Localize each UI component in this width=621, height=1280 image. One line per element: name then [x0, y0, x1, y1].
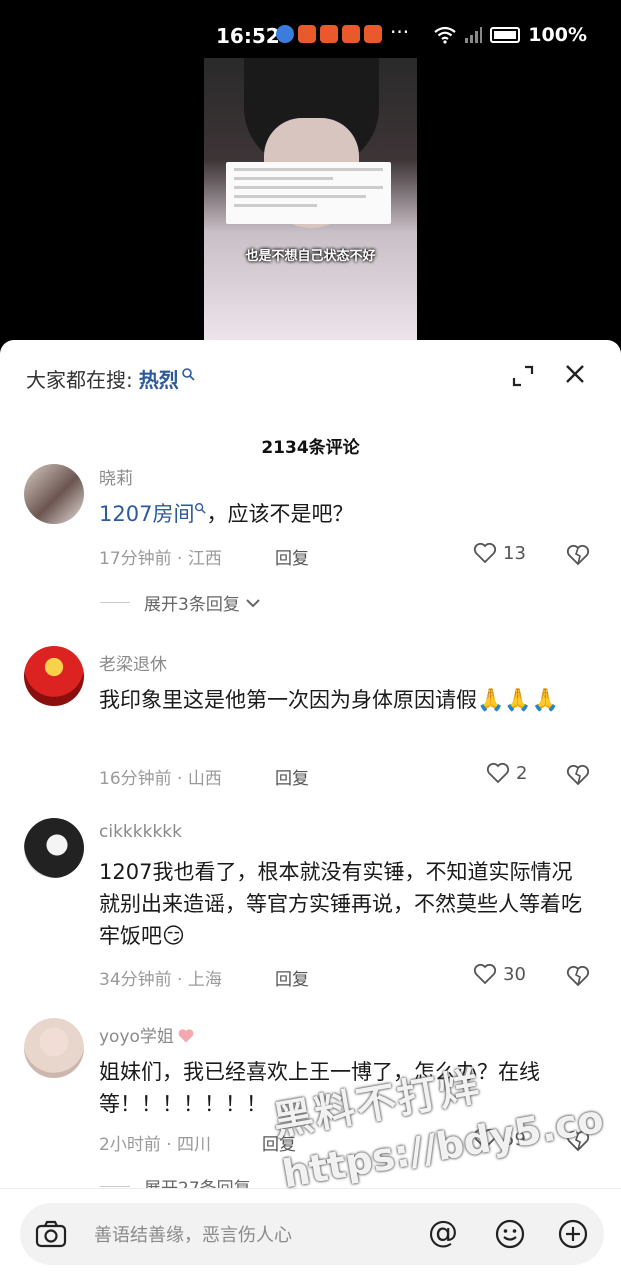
- like-count: 2: [516, 762, 528, 784]
- comment-author[interactable]: 老梁退休: [99, 650, 167, 675]
- avatar[interactable]: [24, 464, 84, 524]
- heart-icon: [473, 1128, 497, 1150]
- signal-icon: [465, 27, 483, 43]
- search-prefix: 大家都在搜:: [26, 368, 133, 392]
- input-placeholder: 善语结善缘，恶言伤人心: [94, 1225, 292, 1246]
- dislike-heart-icon[interactable]: [566, 544, 590, 566]
- comment-location: 山西: [187, 769, 222, 789]
- comment-meta: 2小时前 · 四川: [99, 1135, 212, 1155]
- notification-icons: [276, 25, 382, 43]
- comment-time: 34分钟前: [99, 970, 172, 990]
- comment-author[interactable]: yoyo学姐: [99, 1022, 195, 1047]
- video-screenshot-post: [226, 162, 391, 224]
- comment-input-bar: 善语结善缘，恶言伤人心 @: [0, 1188, 621, 1280]
- pray-emoji-icon: 🙏🙏🙏: [477, 688, 560, 713]
- comment-text: 1207我也看了，根本就没有实锤，不知道实际情况就别出来造谣，等官方实锤再说，不…: [99, 856, 593, 953]
- dislike-heart-icon[interactable]: [566, 1130, 590, 1152]
- like-button[interactable]: 30: [473, 963, 526, 985]
- expand-replies-label: 展开3条回复: [144, 595, 240, 615]
- heart-icon: [473, 963, 497, 985]
- status-time: 16:52: [216, 24, 280, 48]
- add-icon[interactable]: [557, 1218, 589, 1250]
- video-player[interactable]: 也是不想自己状态不好: [0, 58, 621, 372]
- reply-button[interactable]: 回复: [275, 544, 309, 569]
- app-notification-icon: [320, 25, 338, 43]
- more-notifications-icon: ···: [390, 20, 410, 44]
- app-notification-icon: [298, 25, 316, 43]
- divider: [100, 602, 130, 603]
- comment-text-body: 我印象里这是他第一次因为身体原因请假: [99, 688, 477, 712]
- like-count: 13: [503, 542, 526, 564]
- mention-button[interactable]: @: [428, 1215, 458, 1250]
- emoji-icon[interactable]: [494, 1218, 526, 1250]
- search-icon: [181, 367, 195, 381]
- comment-time: 2小时前: [99, 1135, 161, 1155]
- heart-badge-icon: [178, 1029, 194, 1043]
- comment-search-link[interactable]: 1207房间: [99, 502, 194, 526]
- video-caption: 也是不想自己状态不好: [245, 249, 376, 264]
- avatar[interactable]: [24, 1018, 84, 1078]
- search-term-link[interactable]: 热烈: [139, 364, 179, 393]
- comment-input[interactable]: 善语结善缘，恶言伤人心 @: [20, 1203, 604, 1265]
- avatar[interactable]: [24, 646, 84, 706]
- reply-button[interactable]: 回复: [262, 1130, 296, 1155]
- status-right: 100%: [434, 24, 587, 46]
- app-notification-icon: [364, 25, 382, 43]
- like-count: 59: [503, 1128, 526, 1150]
- comment-text: 我印象里这是他第一次因为身体原因请假🙏🙏🙏: [99, 684, 593, 717]
- comment-time: 16分钟前: [99, 769, 172, 789]
- browser-app-icon: [276, 25, 294, 43]
- expand-icon[interactable]: [511, 364, 535, 388]
- trending-search-bar[interactable]: 大家都在搜: 热烈: [26, 364, 195, 393]
- like-button[interactable]: 59: [473, 1128, 526, 1150]
- comment-location: 上海: [187, 970, 222, 990]
- chevron-down-icon: [246, 598, 260, 607]
- comment-location: 四川: [177, 1135, 212, 1155]
- comment-panel: 大家都在搜: 热烈 2134条评论 晓莉 1207房间 ，应该不是吧？ 17分钟前…: [0, 340, 621, 1280]
- expand-replies-button[interactable]: 展开3条回复: [100, 590, 262, 615]
- comment-author[interactable]: 晓莉: [99, 464, 133, 489]
- comment-time: 17分钟前: [99, 549, 172, 569]
- comment-meta: 17分钟前 · 江西: [99, 549, 222, 569]
- dislike-heart-icon[interactable]: [566, 965, 590, 987]
- comment-author[interactable]: cikkkkkkk: [99, 822, 182, 842]
- comment-text-body: ，应该不是吧？: [206, 502, 354, 526]
- video-frame: 也是不想自己状态不好: [204, 58, 417, 348]
- comment-text: 姐妹们，我已经喜欢上王一博了，怎么办？在线等！！！！！！！: [99, 1060, 540, 1116]
- avatar[interactable]: [24, 818, 84, 878]
- reply-button[interactable]: 回复: [275, 764, 309, 789]
- like-button[interactable]: 13: [473, 542, 526, 564]
- reply-button[interactable]: 回复: [275, 965, 309, 990]
- comment-meta: 34分钟前 · 上海: [99, 970, 222, 990]
- camera-icon[interactable]: [34, 1217, 68, 1251]
- app-notification-icon: [342, 25, 360, 43]
- battery-percent: 100%: [528, 24, 587, 46]
- divider: [100, 1186, 130, 1187]
- comment-text: 1207房间 ，应该不是吧？: [99, 498, 593, 530]
- like-button[interactable]: 2: [486, 762, 527, 784]
- comment-meta: 16分钟前 · 山西: [99, 769, 222, 789]
- close-icon[interactable]: [563, 362, 587, 386]
- like-count: 30: [503, 963, 526, 985]
- search-icon: [195, 503, 207, 514]
- wifi-icon: [434, 26, 456, 44]
- smirk-emoji-icon: 😏: [162, 924, 185, 949]
- comment-location: 江西: [187, 549, 222, 569]
- battery-icon: [490, 27, 521, 43]
- heart-icon: [473, 542, 497, 564]
- heart-icon: [486, 762, 510, 784]
- comment-count: 2134条评论: [261, 438, 360, 458]
- dislike-heart-icon[interactable]: [566, 764, 590, 786]
